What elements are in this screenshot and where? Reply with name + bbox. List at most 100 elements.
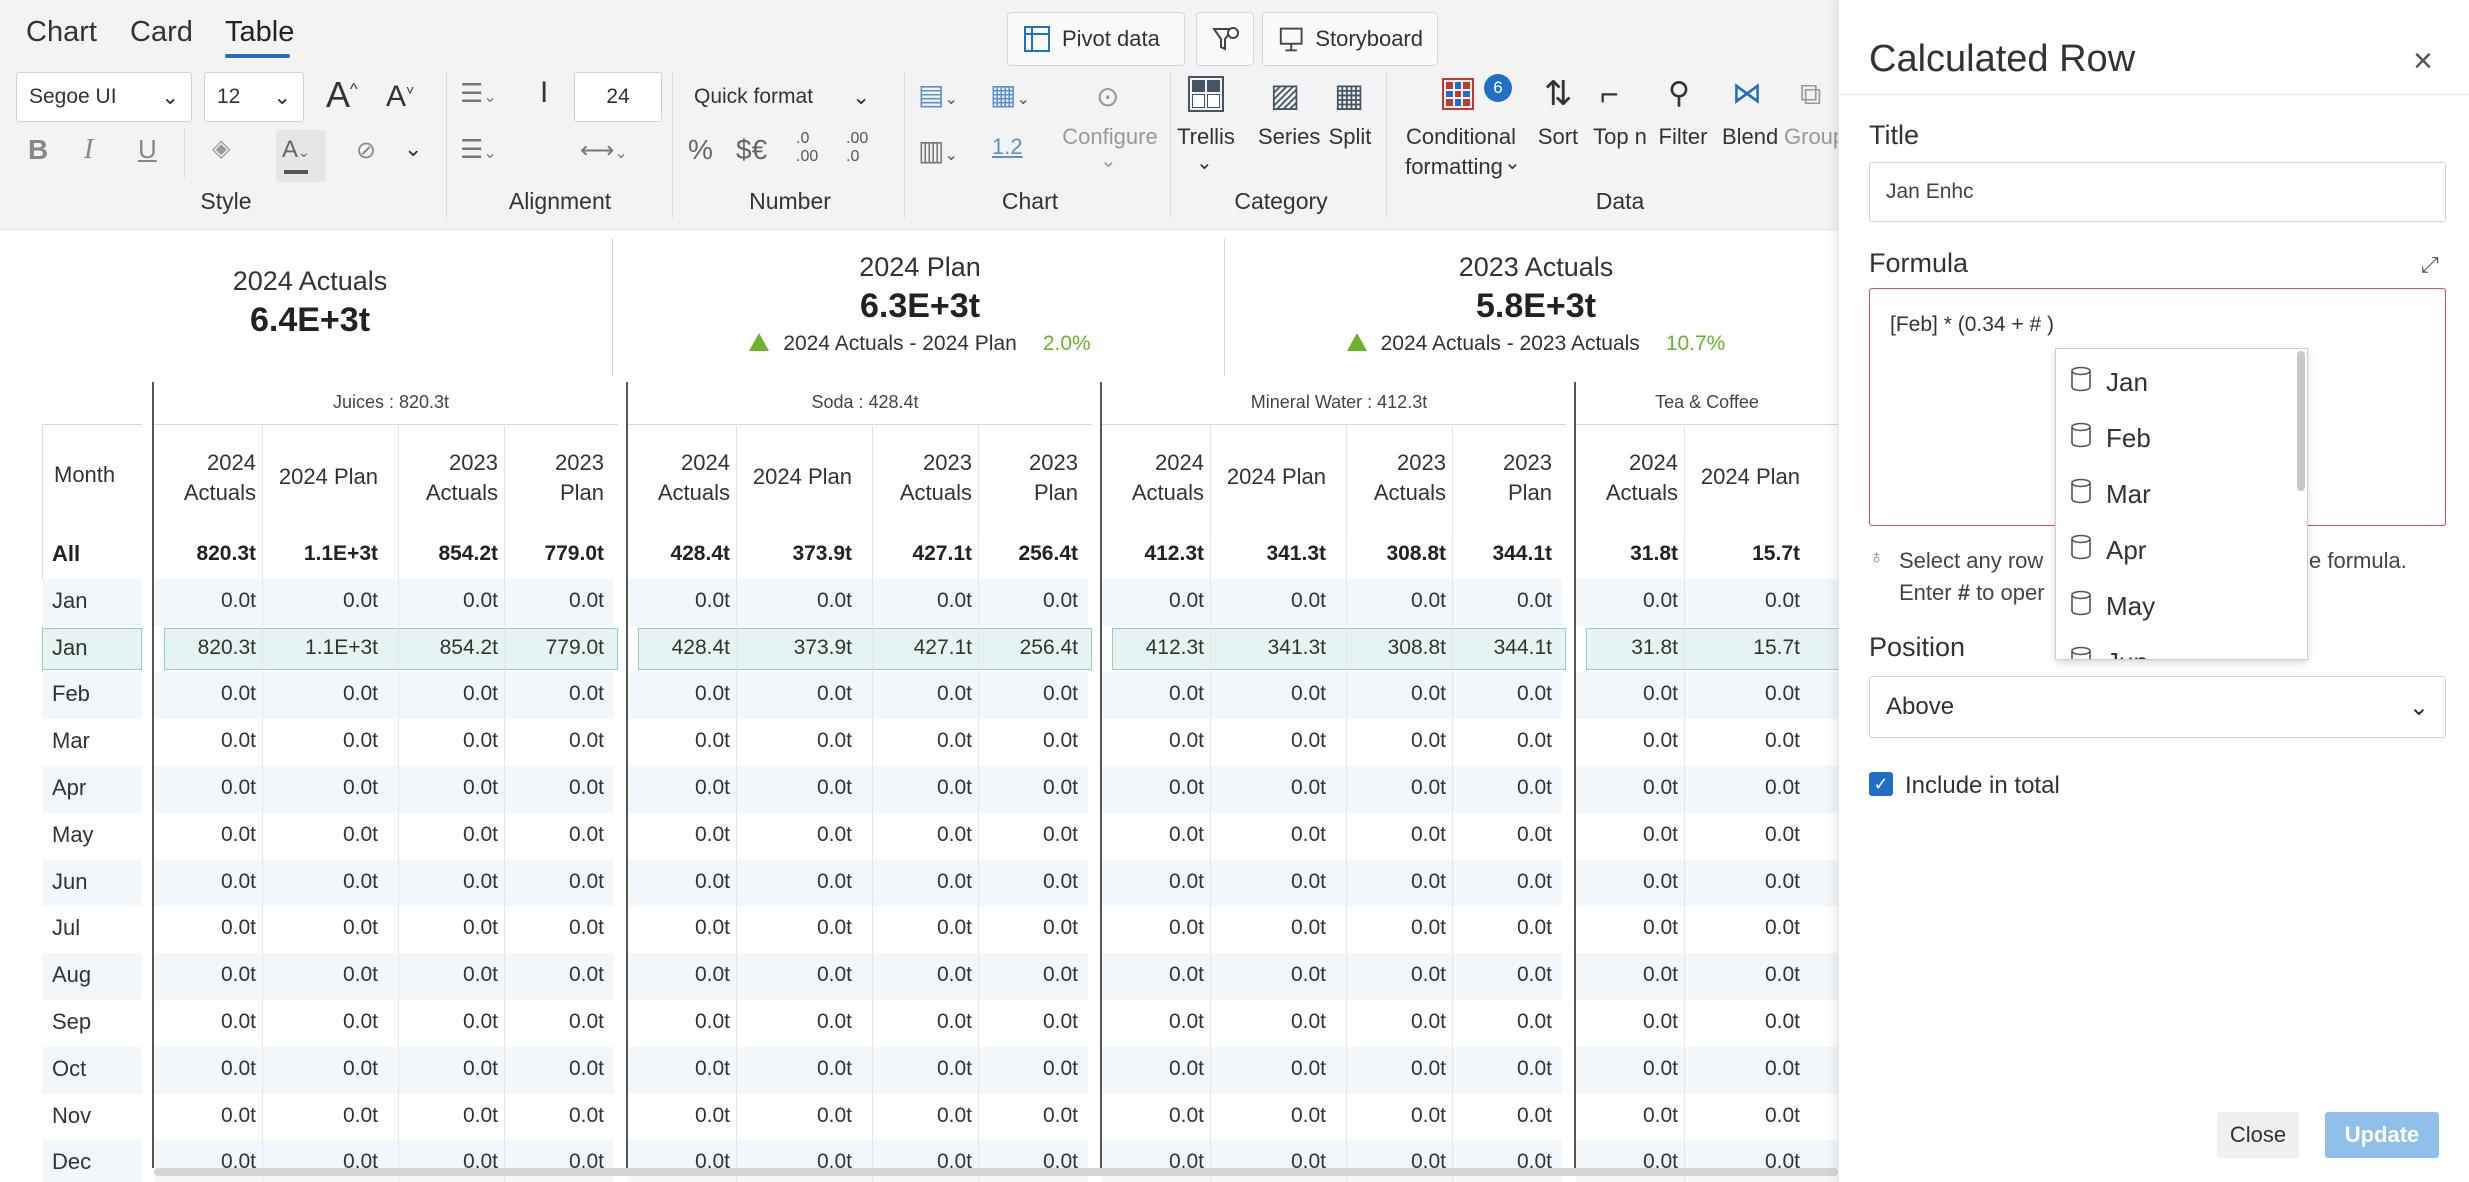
table-cell[interactable]: 0.0t <box>628 953 738 997</box>
filter-button[interactable]: Filter <box>1656 124 1710 150</box>
table-cell[interactable]: 373.9t <box>736 626 860 670</box>
table-cell[interactable]: 0.0t <box>736 860 860 904</box>
storyboard-button[interactable]: Storyboard <box>1262 12 1438 66</box>
font-color-icon[interactable]: A⌄ <box>276 130 326 182</box>
table-cell[interactable]: 0.0t <box>1576 1000 1686 1044</box>
table-cell[interactable]: 0.0t <box>1346 719 1454 763</box>
percent-button[interactable]: % <box>688 134 713 166</box>
table-cell[interactable]: 0.0t <box>1102 1000 1212 1044</box>
close-icon[interactable]: × <box>2413 44 2433 78</box>
table-cell[interactable]: 0.0t <box>398 1094 506 1138</box>
table-cell[interactable]: 0.0t <box>1346 953 1454 997</box>
filter-pin-button[interactable] <box>1196 12 1254 66</box>
autocomplete-item[interactable]: Jan <box>2070 355 2148 409</box>
table-cell[interactable]: 0.0t <box>1452 719 1560 763</box>
table-cell[interactable]: 0.0t <box>154 953 264 997</box>
table-cell[interactable]: 0.0t <box>1210 1047 1334 1091</box>
table-cell[interactable]: 0.0t <box>504 579 612 623</box>
table-cell[interactable]: 0.0t <box>1102 766 1212 810</box>
chevron-down-icon[interactable]: ⌄ <box>1196 150 1213 175</box>
position-select[interactable]: Above ⌄ <box>1869 676 2446 738</box>
table-cell[interactable]: 0.0t <box>1576 1094 1686 1138</box>
table-cell[interactable]: 15.7t <box>1684 532 1808 576</box>
table-cell[interactable]: 427.1t <box>872 532 980 576</box>
table-cell[interactable]: 0.0t <box>1346 1047 1454 1091</box>
month-cell[interactable]: Jul <box>42 906 80 950</box>
autocomplete-item[interactable]: Jun <box>2070 635 2148 659</box>
table-cell[interactable]: 0.0t <box>154 719 264 763</box>
table-cell[interactable]: 0.0t <box>872 579 980 623</box>
table-cell[interactable]: 0.0t <box>978 672 1086 716</box>
table-cell[interactable]: 0.0t <box>1102 672 1212 716</box>
table-cell[interactable]: 0.0t <box>398 672 506 716</box>
table-cell[interactable]: 0.0t <box>504 860 612 904</box>
table-cell[interactable]: 0.0t <box>1576 672 1686 716</box>
table-cell[interactable]: 0.0t <box>398 953 506 997</box>
table-cell[interactable]: 0.0t <box>1102 813 1212 857</box>
table-cell[interactable]: 0.0t <box>1102 719 1212 763</box>
table-cell[interactable]: 0.0t <box>398 579 506 623</box>
table-cell[interactable]: 854.2t <box>398 532 506 576</box>
table-cell[interactable]: 427.1t <box>872 626 980 670</box>
table-cell[interactable]: 31.8t <box>1576 626 1686 670</box>
currency-button[interactable]: $€ <box>736 134 767 166</box>
column-width-icon[interactable]: ⟷⌄ <box>580 136 628 165</box>
table-cell[interactable]: 0.0t <box>1576 579 1686 623</box>
table-cell[interactable]: 0.0t <box>736 953 860 997</box>
table-cell[interactable]: 0.0t <box>1346 1094 1454 1138</box>
table-cell[interactable]: 1.1E+3t <box>262 626 386 670</box>
table-cell[interactable]: 0.0t <box>504 672 612 716</box>
table-cell[interactable]: 0.0t <box>504 906 612 950</box>
autocomplete-item[interactable]: May <box>2070 579 2155 633</box>
table-cell[interactable]: 0.0t <box>1210 813 1334 857</box>
table-cell[interactable]: 0.0t <box>1576 953 1686 997</box>
pivot-data-button[interactable]: Pivot data <box>1007 12 1185 66</box>
quick-format-select[interactable]: Quick format ⌄ <box>682 72 882 122</box>
table-cell[interactable]: 0.0t <box>154 860 264 904</box>
table-cell[interactable]: 0.0t <box>1452 1047 1560 1091</box>
autocomplete-item[interactable]: Feb <box>2070 411 2151 465</box>
table-cell[interactable]: 0.0t <box>628 860 738 904</box>
number-format-sample[interactable]: 1.2 <box>992 134 1023 160</box>
table-cell[interactable]: 0.0t <box>1452 672 1560 716</box>
table-cell[interactable]: 0.0t <box>1102 953 1212 997</box>
chart-stack-icon[interactable]: ▥⌄ <box>918 134 958 167</box>
table-cell[interactable]: 0.0t <box>1346 579 1454 623</box>
table-cell[interactable]: 0.0t <box>1102 1094 1212 1138</box>
table-cell[interactable]: 0.0t <box>736 906 860 950</box>
table-cell[interactable]: 0.0t <box>1452 813 1560 857</box>
include-total-checkbox[interactable]: ✓ <box>1869 772 1893 796</box>
table-cell[interactable]: 344.1t <box>1452 532 1560 576</box>
font-family-select[interactable]: Segoe UI ⌄ <box>16 72 192 122</box>
table-cell[interactable]: 0.0t <box>262 860 386 904</box>
table-cell[interactable]: 428.4t <box>628 626 738 670</box>
table-cell[interactable]: 0.0t <box>978 1094 1086 1138</box>
table-cell[interactable]: 0.0t <box>504 953 612 997</box>
expand-icon[interactable]: ⤢ <box>2421 252 2439 278</box>
table-cell[interactable]: 0.0t <box>1684 906 1808 950</box>
table-cell[interactable]: 0.0t <box>628 766 738 810</box>
autocomplete-item[interactable]: Mar <box>2070 467 2151 521</box>
table-cell[interactable]: 0.0t <box>628 1000 738 1044</box>
table-cell[interactable]: 0.0t <box>1684 953 1808 997</box>
month-cell[interactable]: Feb <box>42 672 90 716</box>
table-cell[interactable]: 0.0t <box>1684 1094 1808 1138</box>
table-cell[interactable]: 0.0t <box>978 1000 1086 1044</box>
conditional-formatting-button[interactable]: Conditional <box>1396 124 1526 150</box>
table-cell[interactable]: 0.0t <box>398 860 506 904</box>
table-cell[interactable]: 0.0t <box>872 1094 980 1138</box>
table-cell[interactable]: 0.0t <box>398 1047 506 1091</box>
table-cell[interactable]: 0.0t <box>872 766 980 810</box>
table-cell[interactable]: 0.0t <box>978 953 1086 997</box>
table-cell[interactable]: 0.0t <box>398 906 506 950</box>
table-cell[interactable]: 0.0t <box>1210 579 1334 623</box>
table-cell[interactable]: 779.0t <box>504 626 612 670</box>
table-cell[interactable]: 0.0t <box>262 766 386 810</box>
table-cell[interactable]: 0.0t <box>154 579 264 623</box>
table-cell[interactable]: 0.0t <box>736 719 860 763</box>
table-cell[interactable]: 0.0t <box>154 906 264 950</box>
month-cell[interactable]: Dec <box>42 1140 91 1182</box>
table-cell[interactable]: 0.0t <box>978 906 1086 950</box>
table-cell[interactable]: 0.0t <box>1684 860 1808 904</box>
table-cell[interactable]: 0.0t <box>736 1000 860 1044</box>
